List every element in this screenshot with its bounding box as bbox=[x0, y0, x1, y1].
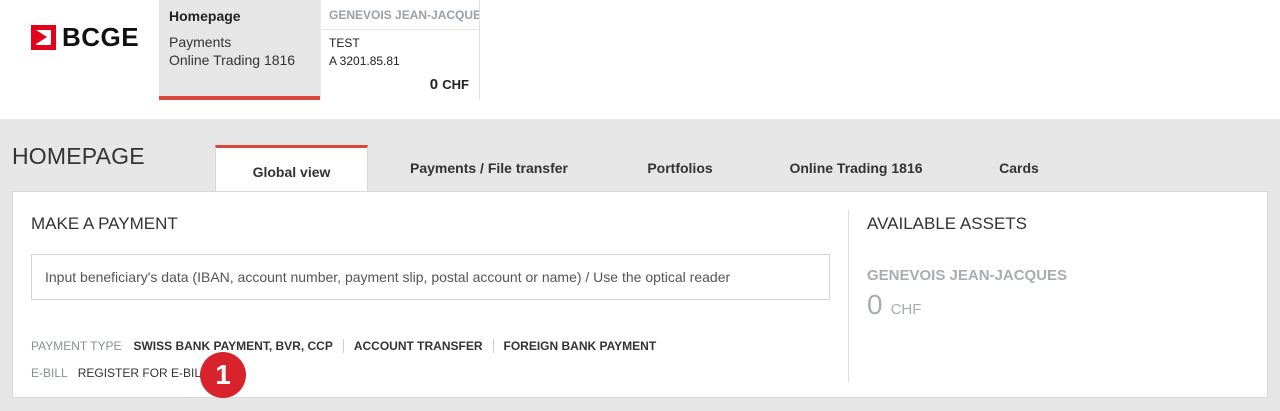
make-payment-title: MAKE A PAYMENT bbox=[31, 214, 178, 233]
page-title: HOMEPAGE bbox=[12, 143, 145, 169]
vertical-divider bbox=[848, 210, 849, 382]
assets-amount: 0 CHF bbox=[867, 289, 921, 321]
payment-type-label: PAYMENT TYPE bbox=[31, 339, 122, 353]
beneficiary-search-input[interactable] bbox=[31, 254, 830, 300]
tab-bar: Global view Payments / File transfer Por… bbox=[215, 145, 1076, 191]
swiss-bank-payment-link[interactable]: SWISS BANK PAYMENT, BVR, CCP bbox=[133, 339, 332, 353]
available-assets-title: AVAILABLE ASSETS bbox=[867, 214, 1028, 233]
account-transfer-link[interactable]: ACCOUNT TRANSFER bbox=[354, 339, 483, 353]
account-number: A 3201.85.81 bbox=[329, 54, 400, 68]
bcge-logo-icon bbox=[31, 24, 56, 50]
payment-type-row: PAYMENT TYPE SWISS BANK PAYMENT, BVR, CC… bbox=[31, 339, 656, 353]
brand-name: BCGE bbox=[62, 22, 140, 52]
register-ebill-link[interactable]: REGISTER FOR E-BILL bbox=[78, 366, 208, 380]
assets-amount-value: 0 bbox=[867, 289, 883, 320]
assets-amount-currency: CHF bbox=[890, 301, 922, 318]
account-balance: 0 CHF bbox=[430, 76, 469, 93]
bcge-logo[interactable]: BCGE bbox=[31, 24, 139, 50]
step-number-badge: 1 bbox=[200, 352, 246, 398]
ebill-label: E-BILL bbox=[31, 366, 68, 380]
account-card[interactable]: GENEVOIS JEAN-JACQUES TEST A 3201.85.81 … bbox=[320, 0, 480, 100]
nav-payments-link[interactable]: Payments bbox=[169, 34, 231, 50]
account-owner: GENEVOIS JEAN-JACQUES bbox=[329, 8, 479, 22]
account-name: TEST bbox=[329, 36, 360, 50]
separator bbox=[492, 339, 494, 353]
separator bbox=[342, 339, 344, 353]
foreign-bank-payment-link[interactable]: FOREIGN BANK PAYMENT bbox=[504, 339, 657, 353]
assets-owner: GENEVOIS JEAN-JACQUES bbox=[867, 267, 1068, 284]
tab-portfolios[interactable]: Portfolios bbox=[610, 145, 750, 191]
nav-online-trading-link[interactable]: Online Trading 1816 bbox=[169, 52, 295, 68]
nav-homepage-panel: Homepage Payments Online Trading 1816 bbox=[159, 0, 320, 100]
account-balance-currency: CHF bbox=[442, 77, 469, 92]
account-balance-value: 0 bbox=[429, 76, 439, 93]
top-bar: BCGE Homepage Payments Online Trading 18… bbox=[0, 0, 1280, 100]
tab-online-trading[interactable]: Online Trading 1816 bbox=[750, 145, 962, 191]
tab-global-view[interactable]: Global view bbox=[215, 145, 368, 191]
tab-cards[interactable]: Cards bbox=[962, 145, 1076, 191]
ebill-row: E-BILL REGISTER FOR E-BILL bbox=[31, 366, 208, 380]
tab-payments-file-transfer[interactable]: Payments / File transfer bbox=[368, 145, 610, 191]
nav-homepage-link[interactable]: Homepage bbox=[169, 8, 241, 24]
content-panel: MAKE A PAYMENT PAYMENT TYPE SWISS BANK P… bbox=[12, 191, 1268, 398]
